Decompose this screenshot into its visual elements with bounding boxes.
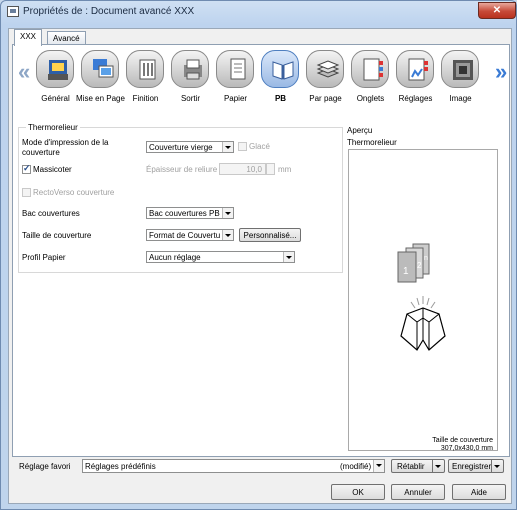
glace-checkbox[interactable] bbox=[238, 142, 247, 151]
printer-icon bbox=[7, 6, 19, 17]
restore-label: Rétablir bbox=[397, 462, 425, 471]
save-button[interactable]: Enregistrer bbox=[448, 459, 504, 473]
ok-button[interactable]: OK bbox=[331, 484, 385, 500]
nav-icon-paper[interactable]: Papier bbox=[214, 50, 257, 110]
chevron-down-icon bbox=[222, 208, 233, 218]
profile-label: Profil Papier bbox=[22, 253, 66, 262]
tab-panel: « » Général Mise en Page Finition Sortir… bbox=[12, 44, 510, 457]
thickness-label: Épaisseur de reliure bbox=[146, 165, 218, 174]
profile-value: Aucun réglage bbox=[149, 253, 201, 262]
window-title: Propriétés de : Document avancé XXX bbox=[23, 6, 195, 17]
restore-button[interactable]: Rétablir bbox=[391, 459, 445, 473]
massicoter-label: Massicoter bbox=[33, 165, 72, 174]
nav-icon-finishing[interactable]: Finition bbox=[124, 50, 167, 110]
custom-size-button[interactable]: Personnalisé... bbox=[239, 228, 301, 242]
thickness-unit: mm bbox=[278, 165, 292, 174]
massicoter-checkbox[interactable] bbox=[22, 163, 31, 174]
rectoverso-checkbox[interactable] bbox=[22, 188, 31, 197]
nav-icon-layout[interactable]: Mise en Page bbox=[76, 50, 125, 110]
tab-xxx[interactable]: XXX bbox=[14, 29, 43, 46]
thickness-input[interactable]: 10,0 bbox=[219, 163, 266, 175]
scroll-left-icon[interactable]: « bbox=[18, 59, 30, 85]
image-icon bbox=[453, 60, 473, 80]
favorites-label: Réglage favori bbox=[19, 462, 71, 471]
print-mode-value: Couverture vierge bbox=[149, 143, 213, 152]
thermorelieur-group: Thermorelieur Mode d'impression de la co… bbox=[18, 123, 343, 273]
cancel-button[interactable]: Annuler bbox=[391, 484, 445, 500]
size-label: Taille de couverture bbox=[22, 231, 92, 240]
close-button[interactable]: ✕ bbox=[478, 2, 516, 19]
profile-select[interactable]: Aucun réglage bbox=[146, 251, 295, 263]
chevron-down-icon bbox=[373, 460, 384, 472]
nav-icon-pb[interactable]: PB bbox=[259, 50, 302, 110]
page-digit-1: 1 bbox=[403, 266, 409, 277]
favorites-value: Réglages prédéfinis bbox=[85, 462, 156, 471]
chevron-down-icon bbox=[283, 252, 294, 262]
chevron-down-icon[interactable] bbox=[432, 460, 444, 472]
bac-select[interactable]: Bac couvertures PB bbox=[146, 207, 234, 219]
properties-window: Propriétés de : Document avancé XXX ✕ XX… bbox=[0, 0, 517, 510]
nav-label-image: Image bbox=[449, 94, 472, 103]
bac-value: Bac couvertures PB bbox=[149, 209, 220, 218]
favorites-status: (modifié) bbox=[340, 462, 372, 471]
size-value: Format de Couvertu bbox=[149, 231, 221, 240]
group-title: Thermorelieur bbox=[26, 123, 80, 132]
preview-subtitle: Thermorelieur bbox=[347, 138, 397, 147]
paper-icon bbox=[230, 58, 246, 80]
nav-icon-image[interactable]: Image bbox=[439, 50, 482, 110]
layout-icon bbox=[93, 59, 114, 78]
title-bar[interactable]: Propriétés de : Document avancé XXX ✕ bbox=[1, 1, 516, 23]
cover-size-caption: Taille de couverture bbox=[432, 437, 493, 444]
thickness-stepper[interactable] bbox=[266, 163, 275, 175]
page-digit-n: n bbox=[424, 255, 428, 262]
nav-icon-output[interactable]: Sortir bbox=[169, 50, 212, 110]
nav-icon-settings[interactable]: Réglages bbox=[394, 50, 437, 110]
print-mode-label: Mode d'impression de la couverture bbox=[22, 138, 109, 157]
bac-label: Bac couvertures bbox=[22, 209, 80, 218]
tab-avance[interactable]: Avancé bbox=[47, 31, 86, 45]
perfect-binding-icon bbox=[272, 61, 294, 80]
general-icon bbox=[48, 60, 68, 80]
cover-size-value: 307,0x430,0 mm bbox=[440, 445, 493, 452]
chevron-down-icon[interactable] bbox=[491, 460, 503, 472]
favorites-select[interactable]: Réglages prédéfinis (modifié) bbox=[82, 459, 385, 473]
binding-preview-illustration: 1 2 n bbox=[397, 243, 446, 351]
help-button[interactable]: Aide bbox=[452, 484, 506, 500]
per-page-icon bbox=[316, 60, 340, 78]
page-digit-2: 2 bbox=[417, 261, 422, 270]
dialog-body: XXX Avancé « » Général Mise en Page Fini… bbox=[8, 28, 512, 504]
preview-title: Aperçu bbox=[347, 126, 373, 135]
settings-icon bbox=[408, 58, 428, 81]
rectoverso-label: RectoVerso couverture bbox=[33, 188, 115, 197]
size-select[interactable]: Format de Couvertu bbox=[146, 229, 234, 241]
nav-icon-general[interactable]: Général bbox=[34, 50, 77, 110]
output-icon bbox=[184, 59, 202, 80]
chevron-down-icon bbox=[222, 142, 233, 152]
tabs-icon bbox=[363, 58, 383, 81]
preview-pane: 1 2 n Taille de couverture 307,0x430,0 m… bbox=[348, 149, 498, 452]
save-label: Enregistrer bbox=[452, 462, 492, 471]
chevron-down-icon bbox=[222, 230, 233, 240]
print-mode-select[interactable]: Couverture vierge bbox=[146, 141, 234, 153]
finishing-icon bbox=[139, 59, 156, 80]
glace-label: Glacé bbox=[249, 142, 270, 151]
scroll-right-icon[interactable]: » bbox=[495, 59, 507, 85]
nav-icon-tabs[interactable]: Onglets bbox=[349, 50, 392, 110]
nav-icon-per-page[interactable]: Par page bbox=[304, 50, 347, 110]
